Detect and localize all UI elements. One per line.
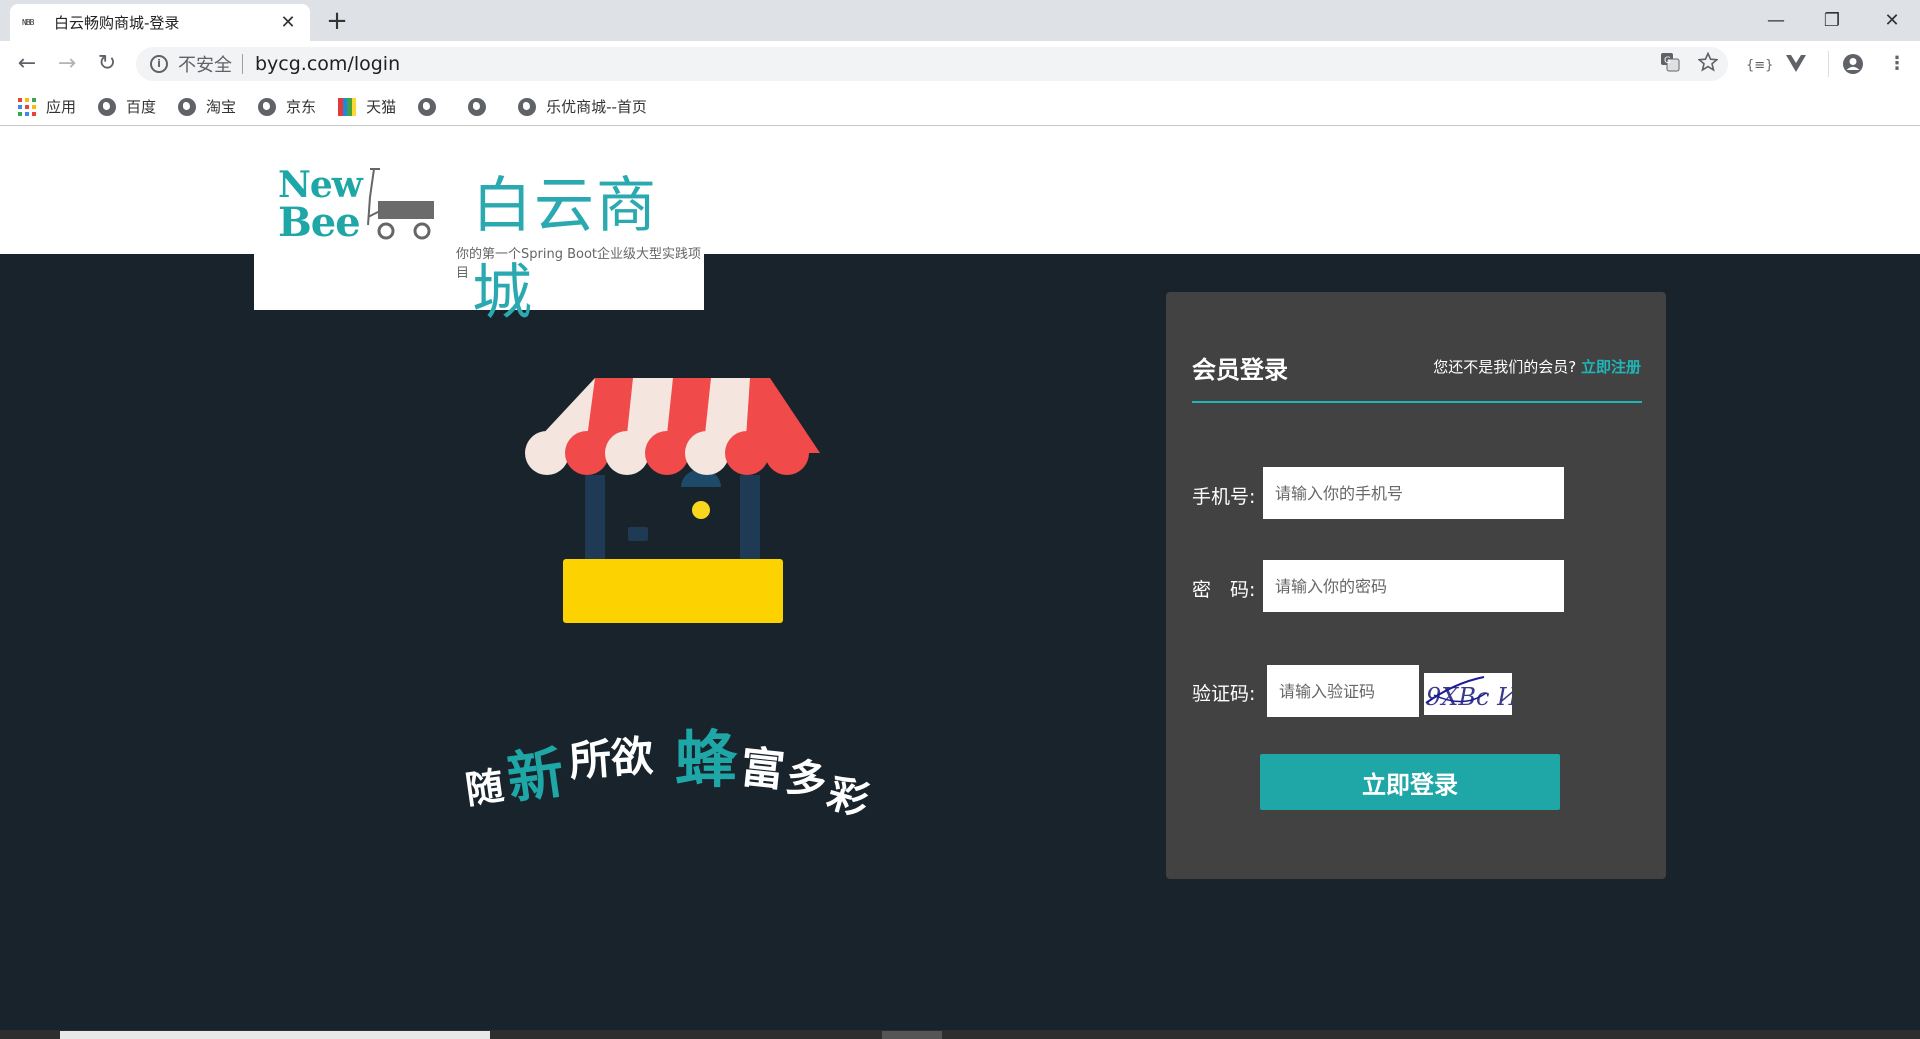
info-icon[interactable]: i bbox=[150, 55, 168, 73]
extension-icon[interactable]: {≡} bbox=[1746, 58, 1773, 73]
login-panel: 会员登录 您还不是我们的会员? 立即注册 手机号: 密 码: 验证码: 9XBc… bbox=[1166, 292, 1666, 879]
cart-icon bbox=[367, 168, 434, 240]
phone-input[interactable] bbox=[1263, 467, 1564, 519]
url-text[interactable]: bycg.com/login bbox=[255, 53, 400, 75]
heading-divider bbox=[1192, 401, 1642, 403]
slogan-char: 彩 bbox=[822, 770, 874, 826]
bookmark-unnamed-2[interactable] bbox=[468, 97, 496, 116]
bookmark-leyou[interactable]: 乐优商城--首页 bbox=[518, 96, 647, 117]
scrollbar-thumb[interactable] bbox=[882, 1031, 942, 1039]
bookmark-tmall[interactable]: 天猫 bbox=[338, 96, 396, 117]
browser-tab[interactable]: NBB 白云畅购商城-登录 ✕ bbox=[10, 4, 310, 41]
reload-button[interactable]: ↻ bbox=[92, 49, 122, 79]
globe-icon bbox=[468, 97, 487, 116]
tmall-icon bbox=[338, 97, 357, 116]
tab-close-icon[interactable]: ✕ bbox=[278, 12, 298, 33]
slogan-char: 富 bbox=[737, 741, 788, 798]
password-input[interactable] bbox=[1263, 560, 1564, 612]
slogan-char: 随 bbox=[462, 763, 507, 813]
bookmark-label: 京东 bbox=[286, 98, 317, 116]
register-prompt: 您还不是我们的会员? 立即注册 bbox=[1433, 356, 1641, 377]
scrollbar-thumb[interactable] bbox=[60, 1031, 490, 1039]
slogan-char: 多 bbox=[782, 753, 830, 807]
browser-toolbar: ← → ↻ i 不安全 bycg.com/login G {≡} ⋮ bbox=[0, 41, 1920, 88]
star-icon[interactable] bbox=[1697, 51, 1719, 77]
bookmark-label: 乐优商城--首页 bbox=[546, 98, 647, 116]
bookmark-apps[interactable]: 应用 bbox=[18, 96, 76, 117]
close-window-button[interactable]: ✕ bbox=[1864, 0, 1920, 41]
bookmark-jd[interactable]: 京东 bbox=[258, 96, 316, 117]
bookmark-taobao[interactable]: 淘宝 bbox=[178, 96, 236, 117]
bookmark-label: 百度 bbox=[126, 98, 157, 116]
slogan-char: 新 bbox=[503, 740, 568, 813]
phone-label: 手机号: bbox=[1192, 486, 1256, 508]
address-divider bbox=[242, 54, 243, 74]
address-bar[interactable]: i 不安全 bycg.com/login G bbox=[136, 47, 1728, 81]
password-label: 密 码: bbox=[1192, 579, 1256, 601]
site-favicon-icon: NBB bbox=[22, 17, 34, 27]
captcha-input[interactable] bbox=[1267, 665, 1419, 717]
bookmark-label: 应用 bbox=[46, 98, 77, 116]
logo-subtitle: 你的第一个Spring Boot企业级大型实践项目 bbox=[456, 247, 702, 281]
vue-devtools-icon[interactable] bbox=[1786, 55, 1806, 78]
logo-word-new: New bbox=[278, 164, 363, 206]
bookmark-baidu[interactable]: 百度 bbox=[98, 96, 156, 117]
slogan-char: 蜂 bbox=[675, 723, 738, 796]
captcha-label: 验证码: bbox=[1192, 683, 1256, 705]
globe-icon bbox=[518, 97, 537, 116]
storefront-illustration bbox=[525, 378, 820, 623]
register-prompt-text: 您还不是我们的会员? bbox=[1433, 358, 1577, 376]
register-link[interactable]: 立即注册 bbox=[1581, 358, 1641, 376]
forward-button[interactable]: → bbox=[52, 49, 82, 79]
minimize-button[interactable]: — bbox=[1748, 0, 1804, 41]
slogan: 随 新 所欲 蜂 富 多 彩 bbox=[463, 715, 885, 826]
login-heading: 会员登录 bbox=[1192, 356, 1288, 384]
slogan-char: 所欲 bbox=[567, 731, 655, 786]
security-status: 不安全 bbox=[178, 55, 232, 76]
toolbar-separator bbox=[1828, 51, 1829, 77]
globe-icon bbox=[418, 97, 437, 116]
tab-title: 白云畅购商城-登录 bbox=[54, 14, 180, 32]
bookmark-unnamed-1[interactable] bbox=[418, 97, 446, 116]
svg-text:G: G bbox=[1664, 56, 1671, 66]
restore-button[interactable]: ❐ bbox=[1804, 0, 1860, 41]
menu-icon[interactable]: ⋮ bbox=[1888, 53, 1906, 74]
bookmark-label: 天猫 bbox=[366, 98, 397, 116]
globe-icon bbox=[258, 97, 277, 116]
translate-icon[interactable]: G bbox=[1660, 52, 1680, 77]
new-tab-button[interactable]: + bbox=[322, 6, 352, 36]
site-logo[interactable]: New Bee 白云商城 你的第一个Spring Boot企业级大型实践项目 bbox=[254, 127, 704, 328]
logo-word-bee: Bee bbox=[278, 199, 361, 246]
bookmark-label: 淘宝 bbox=[206, 98, 237, 116]
account-icon[interactable] bbox=[1842, 53, 1864, 80]
back-button[interactable]: ← bbox=[12, 49, 42, 79]
globe-icon bbox=[178, 97, 197, 116]
login-submit-button[interactable]: 立即登录 bbox=[1260, 754, 1560, 810]
horizontal-scrollbar[interactable] bbox=[0, 1030, 1920, 1039]
apps-icon bbox=[18, 97, 36, 116]
bookmarks-bar: 应用 百度 淘宝 京东 天猫 乐优商城--首页 bbox=[0, 88, 1920, 126]
captcha-image[interactable]: 9XBc И bbox=[1424, 673, 1519, 715]
browser-tab-strip: NBB 白云畅购商城-登录 ✕ + — ❐ ✕ bbox=[0, 0, 1920, 41]
globe-icon bbox=[98, 97, 117, 116]
